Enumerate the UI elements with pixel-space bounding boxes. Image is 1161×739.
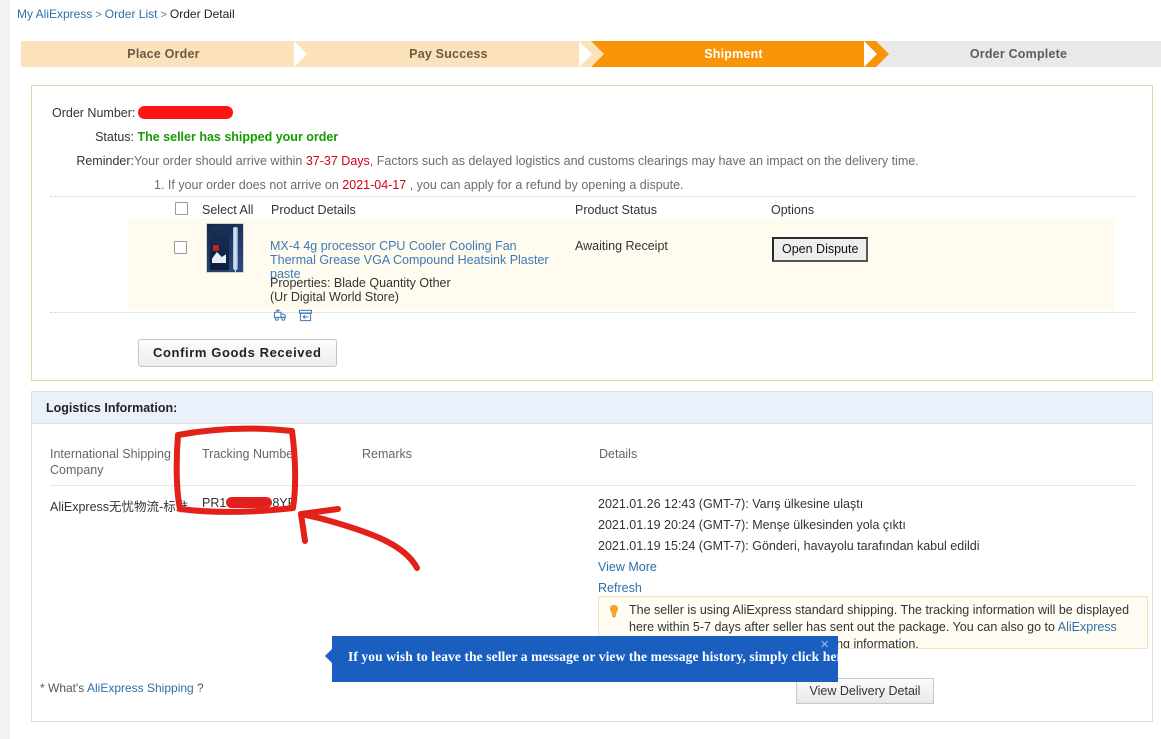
logistics-events: 2021.01.26 12:43 (GMT-7): Varış ülkesine… bbox=[598, 494, 980, 599]
order-number-redaction bbox=[138, 106, 233, 119]
thumbnail-artwork bbox=[212, 252, 226, 263]
order-number-label: Order Number: bbox=[52, 106, 136, 120]
product-title-link[interactable]: MX-4 4g processor CPU Cooler Cooling Fan… bbox=[270, 239, 552, 281]
return-box-icon[interactable] bbox=[298, 309, 313, 325]
divider-top bbox=[50, 196, 1136, 197]
order-refund-line: 1. If your order does not arrive on 2021… bbox=[154, 178, 684, 192]
product-action-icons bbox=[273, 309, 313, 325]
logistics-event-3: 2021.01.19 15:24 (GMT-7): Gönderi, havay… bbox=[598, 539, 980, 553]
step-place-order: Place Order bbox=[21, 41, 319, 67]
product-status-value: Awaiting Receipt bbox=[575, 239, 668, 253]
order-status-label: Status: bbox=[95, 130, 134, 144]
refund-text-post: , you can apply for a refund by opening … bbox=[406, 178, 684, 192]
logistics-row-divider bbox=[50, 485, 1136, 486]
product-properties: Properties: Blade Quantity Other (Ur Dig… bbox=[270, 276, 451, 304]
order-reminder-label: Reminder: bbox=[76, 154, 134, 168]
thumbnail-package bbox=[210, 226, 229, 270]
product-thumbnail[interactable] bbox=[206, 223, 244, 273]
order-progress-steps: Place Order Pay Success Shipment Order C… bbox=[21, 41, 1161, 67]
message-seller-tooltip[interactable]: If you wish to leave the seller a messag… bbox=[325, 636, 852, 682]
breadcrumb-separator-1: > bbox=[95, 9, 102, 21]
view-more-link[interactable]: View More bbox=[598, 557, 980, 578]
tracking-redaction bbox=[226, 497, 273, 508]
breadcrumb-order-list[interactable]: Order List bbox=[105, 7, 158, 21]
logistics-col-remarks: Remarks bbox=[362, 447, 413, 461]
logistics-col-company: International Shipping Company bbox=[50, 447, 171, 477]
tip-line-2: here within 5-7 days after seller has se… bbox=[629, 620, 1058, 634]
logistics-col-details: Details bbox=[599, 447, 638, 461]
breadcrumb-my-aliexpress[interactable]: My AliExpress bbox=[17, 7, 92, 21]
whats-post-text: ? bbox=[193, 681, 204, 695]
tracking-suffix: 8YP bbox=[272, 496, 296, 510]
lightbulb-icon bbox=[608, 604, 620, 618]
step-notch-icon bbox=[306, 41, 319, 67]
order-status-value: The seller has shipped your order bbox=[137, 130, 339, 144]
logistics-tracking-value: PR1 8YP bbox=[202, 496, 296, 510]
tooltip-arrow-icon bbox=[325, 649, 332, 663]
order-number-line: Order Number: bbox=[52, 106, 233, 120]
refund-date: 2021-04-17 bbox=[342, 178, 407, 192]
logistics-event-2: 2021.01.19 20:24 (GMT-7): Menşe ülkesind… bbox=[598, 518, 906, 532]
truck-icon[interactable] bbox=[273, 309, 288, 325]
reminder-text-post: , Factors such as delayed logistics and … bbox=[369, 154, 919, 168]
close-icon[interactable]: × bbox=[820, 637, 829, 652]
product-properties-text: Properties: Blade Quantity Other bbox=[270, 276, 451, 290]
thumbnail-syringe-tip bbox=[235, 268, 236, 272]
step-shipment: Shipment bbox=[591, 41, 889, 67]
step-notch-inner-icon bbox=[294, 41, 307, 67]
breadcrumb-separator-2: > bbox=[160, 9, 167, 21]
product-store-name: (Ur Digital World Store) bbox=[270, 290, 399, 304]
logistics-heading: Logistics Information: bbox=[32, 392, 1152, 424]
tip-line-1: The seller is using AliExpress standard … bbox=[629, 603, 1130, 617]
whats-aliexpress-shipping: * What's AliExpress Shipping ? bbox=[40, 681, 204, 695]
tracking-prefix: PR1 bbox=[202, 496, 227, 510]
select-all-checkbox[interactable] bbox=[175, 202, 188, 215]
confirm-goods-received-button[interactable]: Confirm Goods Received bbox=[138, 339, 337, 367]
logistics-company-value: AliExpress无忧物流-标准 bbox=[50, 500, 189, 514]
product-checkbox-cell bbox=[174, 241, 187, 257]
whats-pre-text: * What's bbox=[40, 681, 87, 695]
order-detail-page: My AliExpress > Order List > Order Detail Pl… bbox=[10, 0, 1161, 739]
order-status-line: Status: The seller has shipped your orde… bbox=[52, 130, 338, 144]
step-notch-icon bbox=[876, 41, 889, 67]
open-dispute-button[interactable]: Open Dispute bbox=[772, 237, 869, 262]
breadcrumb: My AliExpress > Order List > Order Detail bbox=[17, 7, 235, 21]
logistics-col-tracking: Tracking Number bbox=[202, 447, 298, 461]
reminder-text-pre: Your order should arrive within bbox=[134, 154, 306, 168]
step-notch-inner-icon bbox=[864, 41, 877, 67]
tooltip-text: If you wish to leave the seller a messag… bbox=[348, 649, 852, 664]
step-notch-inner-icon bbox=[579, 41, 592, 67]
aliexpress-standard-shipping-link[interactable]: AliExpress bbox=[1058, 620, 1117, 634]
step-order-complete: Order Complete bbox=[876, 41, 1161, 67]
divider-bottom bbox=[50, 312, 1136, 313]
breadcrumb-order-detail: Order Detail bbox=[169, 7, 235, 21]
thumbnail-syringe bbox=[233, 227, 238, 270]
refund-text-pre: 1. If your order does not arrive on bbox=[154, 178, 343, 192]
logistics-event-1: 2021.01.26 12:43 (GMT-7): Varış ülkesine… bbox=[598, 497, 864, 511]
thumbnail-logo-mark bbox=[213, 245, 219, 251]
reminder-days: 37-37 Days bbox=[305, 154, 370, 168]
step-pay-success: Pay Success bbox=[306, 41, 604, 67]
aliexpress-shipping-link[interactable]: AliExpress Shipping bbox=[87, 681, 194, 695]
product-checkbox[interactable] bbox=[174, 241, 187, 254]
step-notch-icon bbox=[591, 41, 604, 67]
order-reminder-line: Reminder:Your order should arrive within… bbox=[52, 154, 919, 168]
